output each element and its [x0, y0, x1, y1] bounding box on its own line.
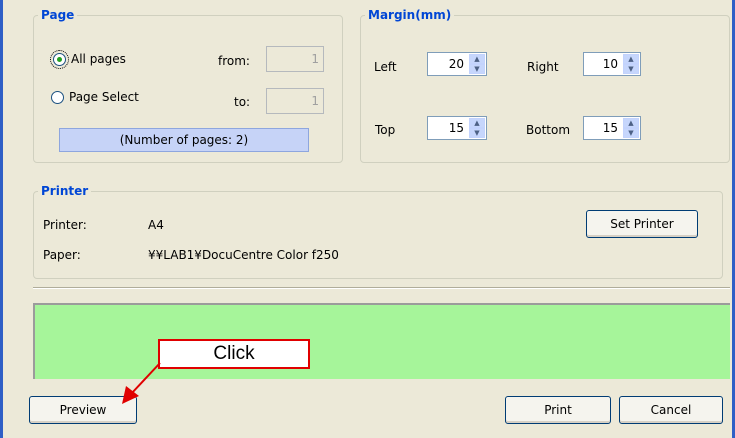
preview-area: [33, 303, 730, 379]
margin-group-legend: Margin(mm): [368, 8, 452, 22]
spin-up-icon[interactable]: ▲: [623, 118, 639, 128]
from-page-input[interactable]: 1: [266, 46, 324, 72]
to-page-value: 1: [311, 94, 319, 108]
to-page-input[interactable]: 1: [266, 88, 324, 114]
page-select-label[interactable]: Page Select: [69, 90, 139, 104]
top-margin-value: 15: [448, 121, 464, 135]
number-of-pages-info: (Number of pages: 2): [59, 128, 309, 152]
spin-up-icon[interactable]: ▲: [469, 54, 485, 64]
all-pages-label[interactable]: All pages: [71, 52, 126, 66]
top-margin-spinner[interactable]: 15 ▲ ▼: [427, 116, 487, 140]
page-group-legend: Page: [41, 8, 75, 22]
spin-down-icon[interactable]: ▼: [469, 64, 485, 74]
cancel-button[interactable]: Cancel: [619, 396, 723, 424]
bottom-margin-spinner[interactable]: 15 ▲ ▼: [583, 116, 641, 140]
spin-down-icon[interactable]: ▼: [623, 128, 639, 138]
printer-group-legend: Printer: [41, 184, 89, 198]
bottom-margin-value: 15: [602, 121, 618, 135]
spin-up-icon[interactable]: ▲: [469, 118, 485, 128]
margin-group: Margin(mm): [360, 8, 730, 163]
from-page-value: 1: [311, 52, 319, 66]
printer-label: Printer:: [43, 218, 87, 232]
right-margin-value: 10: [602, 57, 618, 71]
spin-down-icon[interactable]: ▼: [469, 128, 485, 138]
paper-value: ¥¥LAB1¥DocuCentre Color f250: [148, 248, 339, 262]
preview-button[interactable]: Preview: [29, 396, 137, 424]
page-select-radio[interactable]: [51, 91, 64, 104]
bottom-margin-label: Bottom: [526, 123, 571, 137]
print-settings-dialog: Page All pages from: 1 Page Select to: 1…: [0, 0, 735, 438]
right-margin-spinner[interactable]: 10 ▲ ▼: [583, 52, 641, 76]
left-margin-spinner[interactable]: 20 ▲ ▼: [427, 52, 487, 76]
spin-up-icon[interactable]: ▲: [623, 54, 639, 64]
printer-value: A4: [148, 218, 164, 232]
top-margin-label: Top: [375, 123, 396, 137]
left-margin-value: 20: [448, 57, 464, 71]
set-printer-button[interactable]: Set Printer: [586, 210, 698, 238]
from-label: from:: [218, 54, 250, 68]
separator-line: [33, 287, 730, 289]
to-label: to:: [234, 95, 251, 109]
left-margin-label: Left: [374, 60, 397, 74]
right-margin-label: Right: [527, 60, 559, 74]
spin-down-icon[interactable]: ▼: [623, 64, 639, 74]
paper-label: Paper:: [43, 248, 81, 262]
click-callout: Click: [158, 339, 310, 369]
all-pages-radio[interactable]: [50, 50, 69, 69]
print-button[interactable]: Print: [505, 396, 611, 424]
